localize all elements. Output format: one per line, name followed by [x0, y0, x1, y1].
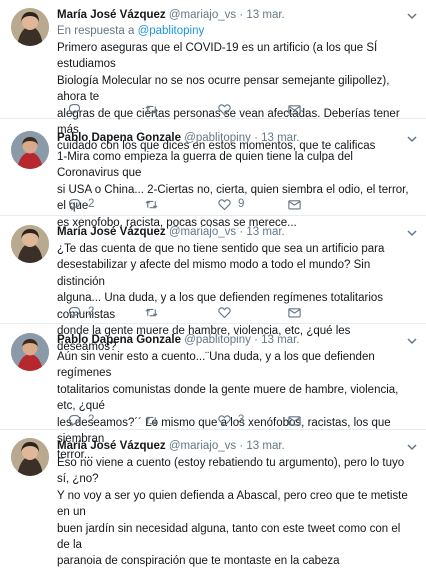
retweet-icon [145, 416, 158, 424]
separator: · [239, 226, 244, 238]
retweet-button[interactable] [144, 412, 165, 428]
tweet-actions: 2 3 [57, 412, 357, 428]
avatar[interactable] [11, 131, 49, 169]
like-icon [218, 198, 231, 210]
retweet-button[interactable] [144, 196, 165, 212]
separator: · [254, 132, 258, 144]
author-handle[interactable]: @mariajo_vs [169, 440, 236, 452]
tweet[interactable]: María José Vázquez @mariajo_vs · 13 mar.… [0, 216, 426, 353]
retweet-button[interactable] [144, 304, 165, 320]
separator: · [254, 334, 258, 346]
like-icon [218, 306, 231, 318]
reply-icon [68, 306, 81, 319]
tweet[interactable]: María José Vázquez @mariajo_vs · 13 mar.… [0, 0, 426, 152]
author-name[interactable]: Pablo Dapena Gonzale [57, 132, 181, 144]
like-count: 3 [238, 414, 245, 426]
reply-prefix: En respuesta a [57, 25, 135, 37]
like-button[interactable]: 3 [217, 412, 244, 428]
avatar[interactable] [11, 438, 49, 476]
dm-icon [288, 307, 301, 317]
tweet-actions [57, 101, 357, 117]
reply-count: 2 [88, 414, 95, 426]
dm-icon [288, 415, 301, 425]
separator: · [239, 9, 244, 21]
tweet[interactable]: María José Vázquez @mariajo_vs · 13 mar.… [0, 430, 426, 567]
author-handle[interactable]: @mariajo_vs [169, 9, 236, 21]
tweet-header: Pablo Dapena Gonzale @pablitopiny · 13 m… [57, 334, 402, 346]
dm-icon [288, 199, 301, 209]
retweet-icon [145, 200, 158, 208]
tweet-header: Pablo Dapena Gonzale @pablitopiny · 13 m… [57, 132, 402, 144]
tweet-date[interactable]: 13 mar. [246, 226, 284, 238]
like-button[interactable] [217, 101, 238, 117]
author-name[interactable]: Pablo Dapena Gonzale [57, 334, 181, 346]
retweet-button[interactable] [144, 101, 165, 117]
retweet-icon [145, 105, 158, 113]
avatar[interactable] [11, 333, 49, 371]
reply-icon [68, 414, 81, 427]
reply-icon [68, 103, 81, 116]
chevron-down-icon[interactable] [406, 10, 418, 22]
like-button[interactable]: 9 [217, 196, 244, 212]
reply-context: En respuesta a @pablitopiny [57, 25, 204, 37]
tweet-text: Eso no viene a cuento (estoy rebatiendo … [57, 457, 408, 568]
reply-count: 2 [88, 198, 95, 210]
chevron-down-icon[interactable] [406, 133, 418, 145]
tweet-header: María José Vázquez @mariajo_vs · 13 mar. [57, 226, 402, 238]
avatar[interactable] [11, 8, 49, 46]
reply-button[interactable]: 2 [67, 196, 94, 212]
tweet-header: María José Vázquez @mariajo_vs · 13 mar. [57, 440, 402, 452]
tweet-actions: 2 [57, 304, 357, 320]
reply-button[interactable] [67, 101, 88, 117]
tweet-date[interactable]: 13 mar. [246, 9, 284, 21]
author-name[interactable]: María José Vázquez [57, 440, 166, 452]
tweet-date[interactable]: 13 mar. [261, 334, 299, 346]
tweet-date[interactable]: 13 mar. [261, 132, 299, 144]
author-handle[interactable]: @pablitopiny [184, 132, 251, 144]
like-icon [218, 414, 231, 426]
dm-button[interactable] [287, 304, 302, 320]
like-count: 9 [238, 198, 245, 210]
retweet-icon [145, 308, 158, 316]
like-icon [218, 103, 231, 115]
dm-button[interactable] [287, 412, 302, 428]
tweet-header: María José Vázquez @mariajo_vs · 13 mar. [57, 9, 402, 21]
separator: · [239, 440, 244, 452]
chevron-down-icon[interactable] [406, 335, 418, 347]
like-button[interactable] [217, 304, 238, 320]
reply-icon [68, 198, 81, 211]
tweet[interactable]: Pablo Dapena Gonzale @pablitopiny · 13 m… [0, 324, 426, 461]
reply-count: 2 [88, 306, 95, 318]
reply-button[interactable]: 2 [67, 412, 94, 428]
dm-icon [288, 104, 301, 114]
reply-to-link[interactable]: @pablitopiny [138, 25, 205, 37]
dm-button[interactable] [287, 196, 302, 212]
dm-button[interactable] [287, 101, 302, 117]
tweet[interactable]: Pablo Dapena Gonzale @pablitopiny · 13 m… [0, 119, 426, 229]
author-handle[interactable]: @mariajo_vs [169, 226, 236, 238]
chevron-down-icon[interactable] [406, 227, 418, 239]
author-name[interactable]: María José Vázquez [57, 9, 166, 21]
author-name[interactable]: María José Vázquez [57, 226, 166, 238]
author-handle[interactable]: @pablitopiny [184, 334, 251, 346]
reply-button[interactable]: 2 [67, 304, 94, 320]
avatar[interactable] [11, 225, 49, 263]
tweet-actions: 2 9 [57, 196, 357, 212]
tweet-date[interactable]: 13 mar. [246, 440, 284, 452]
chevron-down-icon[interactable] [406, 441, 418, 453]
